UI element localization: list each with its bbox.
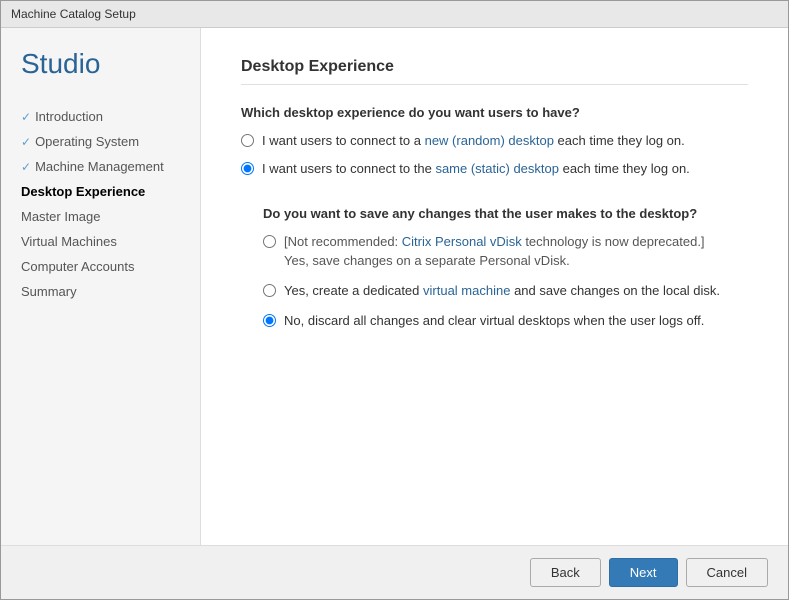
sidebar-item-label: Master Image: [21, 209, 100, 224]
radio-option-static: I want users to connect to the same (sta…: [241, 160, 748, 178]
question1: Which desktop experience do you want use…: [241, 105, 748, 120]
main-panel: Desktop Experience Which desktop experie…: [201, 28, 788, 545]
window-title: Machine Catalog Setup: [11, 7, 136, 21]
radio-static-label: I want users to connect to the same (sta…: [262, 160, 690, 178]
sidebar-item-label: Desktop Experience: [21, 184, 145, 199]
sidebar-item-label: Computer Accounts: [21, 259, 134, 274]
sidebar-item-label: Introduction: [35, 109, 103, 124]
sidebar-item-label: Summary: [21, 284, 77, 299]
check-icon: ✓: [21, 110, 31, 124]
radio-option-pvdisk: [Not recommended: Citrix Personal vDisk …: [263, 233, 748, 269]
sidebar-item-introduction[interactable]: ✓ Introduction: [1, 104, 200, 129]
main-window: Machine Catalog Setup Studio ✓ Introduct…: [0, 0, 789, 600]
radio-option-vmdisk: Yes, create a dedicated virtual machine …: [263, 282, 748, 300]
sidebar-item-machine-management[interactable]: ✓ Machine Management: [1, 154, 200, 179]
highlight-citrix: Citrix Personal vDisk: [402, 234, 522, 249]
radio-discard[interactable]: [263, 314, 276, 327]
sidebar-item-summary[interactable]: Summary: [1, 279, 200, 304]
question2: Do you want to save any changes that the…: [263, 206, 748, 221]
radio-vmdisk[interactable]: [263, 284, 276, 297]
sidebar-title: Studio: [1, 48, 200, 104]
sidebar-item-label: Machine Management: [35, 159, 164, 174]
sidebar-item-computer-accounts[interactable]: Computer Accounts: [1, 254, 200, 279]
radio-random-label: I want users to connect to a new (random…: [262, 132, 685, 150]
title-bar: Machine Catalog Setup: [1, 1, 788, 28]
radio-pvdisk[interactable]: [263, 235, 276, 248]
sidebar: Studio ✓ Introduction ✓ Operating System…: [1, 28, 201, 545]
sidebar-item-label: Virtual Machines: [21, 234, 117, 249]
radio-discard-label: No, discard all changes and clear virtua…: [284, 312, 704, 330]
content-area: Studio ✓ Introduction ✓ Operating System…: [1, 28, 788, 545]
sub-options: [Not recommended: Citrix Personal vDisk …: [263, 233, 748, 342]
sidebar-item-desktop-experience[interactable]: Desktop Experience: [1, 179, 200, 204]
sidebar-item-virtual-machines[interactable]: Virtual Machines: [1, 229, 200, 254]
discard-text: No, discard all changes and clear virtua…: [284, 313, 704, 328]
section-title: Desktop Experience: [241, 58, 748, 85]
check-icon: ✓: [21, 160, 31, 174]
sidebar-item-operating-system[interactable]: ✓ Operating System: [1, 129, 200, 154]
check-icon: ✓: [21, 135, 31, 149]
radio-static[interactable]: [241, 162, 254, 175]
cancel-button[interactable]: Cancel: [686, 558, 768, 587]
sidebar-item-master-image[interactable]: Master Image: [1, 204, 200, 229]
highlight-vm: virtual machine: [423, 283, 510, 298]
radio-vmdisk-label: Yes, create a dedicated virtual machine …: [284, 282, 720, 300]
radio-random[interactable]: [241, 134, 254, 147]
sidebar-item-label: Operating System: [35, 134, 139, 149]
deprecated-text: [Not recommended: Citrix Personal vDisk …: [284, 234, 705, 267]
next-button[interactable]: Next: [609, 558, 678, 587]
radio-option-random: I want users to connect to a new (random…: [241, 132, 748, 150]
highlight-new-random: new (random) desktop: [425, 133, 554, 148]
highlight-same-static: same (static) desktop: [435, 161, 559, 176]
radio-option-discard: No, discard all changes and clear virtua…: [263, 312, 748, 330]
radio-pvdisk-label: [Not recommended: Citrix Personal vDisk …: [284, 233, 705, 269]
footer: Back Next Cancel: [1, 545, 788, 599]
back-button[interactable]: Back: [530, 558, 601, 587]
